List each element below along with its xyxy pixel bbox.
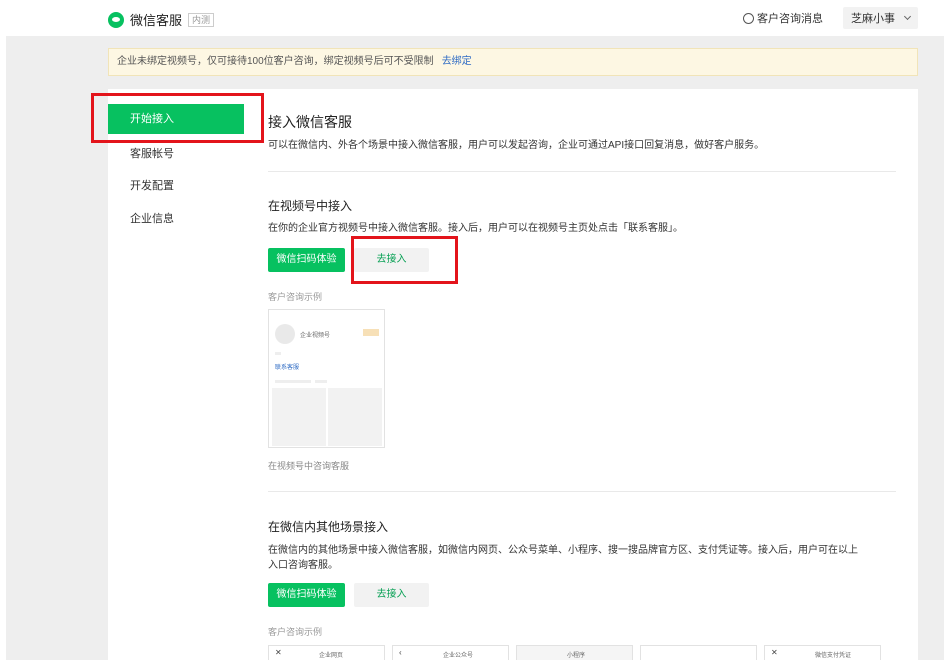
- page-title: 接入微信客服: [268, 114, 352, 130]
- preview-line: [275, 380, 311, 383]
- preview-line: [315, 380, 327, 383]
- highlight-connect-button: [351, 236, 458, 284]
- sidebar-item-company-info[interactable]: 企业信息: [108, 204, 246, 234]
- divider: [268, 491, 896, 492]
- scene-thumb-title: 企业公众号: [443, 653, 474, 659]
- scan-to-try-button-2[interactable]: 微信扫码体验: [268, 583, 345, 607]
- section-description-channels: 在你的企业官方视频号中接入微信客服。接入后，用户可以在视频号主页处点击「联系客服…: [268, 223, 683, 234]
- connect-other-scenes-button[interactable]: 去接入: [354, 583, 429, 607]
- sidebar: 开始接入 客服帐号 开发配置 企业信息: [108, 89, 246, 660]
- highlight-start-nav: [91, 93, 264, 143]
- customer-messages-label: 客户咨询消息: [757, 13, 823, 25]
- preview-line: [275, 352, 281, 355]
- example-label-2: 客户咨询示例: [268, 627, 323, 637]
- scene-thumb-mini-program: 小程序: [516, 645, 633, 660]
- scene-thumb-payment: ✕ 微信支付凭证: [764, 645, 881, 660]
- scene-thumb-official-account: ‹ 企业公众号: [392, 645, 509, 660]
- avatar: [275, 324, 295, 344]
- app-title: 微信客服: [130, 13, 183, 28]
- scene-thumb-title: 小程序: [567, 653, 586, 659]
- section-title-channels: 在视频号中接入: [268, 199, 353, 213]
- sidebar-item-dev-config[interactable]: 开发配置: [108, 171, 246, 201]
- account-name: 芝麻小事: [851, 13, 895, 25]
- scene-thumb-title: 企业网页: [319, 653, 344, 659]
- top-right-controls: 客户咨询消息 芝麻小事: [743, 7, 918, 29]
- preview-account-name: 企业视频号: [300, 333, 331, 339]
- divider: [268, 171, 896, 172]
- section-title-other-scenes: 在微信内其他场景接入: [268, 520, 389, 534]
- wechat-logo-icon: [108, 11, 124, 28]
- preview-follow-tag: [363, 329, 379, 336]
- example-label: 客户咨询示例: [268, 292, 323, 302]
- top-bar: 微信客服 内测 客户咨询消息 芝麻小事: [0, 0, 950, 36]
- chat-bubble-icon: [743, 12, 754, 24]
- brand[interactable]: 微信客服 内测: [108, 10, 215, 29]
- section-description-other-scenes-2: 入口咨询客服。: [268, 560, 338, 571]
- sidebar-item-accounts[interactable]: 客服帐号: [108, 139, 246, 169]
- channels-preview-image: 企业视频号 联系客服: [268, 309, 385, 448]
- preview-video-tile: [272, 388, 326, 446]
- chevron-down-icon: [903, 12, 912, 21]
- bind-channel-link[interactable]: 去绑定: [442, 56, 472, 67]
- back-icon: ‹: [399, 648, 402, 657]
- preview-contact-link: 联系客服: [275, 365, 300, 371]
- scene-thumb-webpage: ✕ 企业网页: [268, 645, 385, 660]
- notice-bar: 企业未绑定视频号，仅可接待100位客户咨询，绑定视频号后可不受限制 去绑定: [108, 48, 918, 76]
- page-description: 可以在微信内、外各个场景中接入微信客服，用户可以发起咨询，企业可通过API接口回…: [268, 140, 765, 151]
- beta-badge: 内测: [188, 12, 215, 27]
- preview-caption: 在视频号中咨询客服: [268, 461, 350, 471]
- scene-thumb-title: 微信支付凭证: [815, 653, 852, 659]
- scene-thumb-search: [640, 645, 757, 660]
- section-description-other-scenes: 在微信内的其他场景中接入微信客服，如微信内网页、公众号菜单、小程序、搜一搜品牌官…: [268, 545, 858, 556]
- notice-text: 企业未绑定视频号，仅可接待100位客户咨询，绑定视频号后可不受限制: [117, 56, 434, 67]
- preview-video-tile: [328, 388, 382, 446]
- close-icon: ✕: [771, 648, 778, 657]
- close-icon: ✕: [275, 648, 282, 657]
- scan-to-try-button[interactable]: 微信扫码体验: [268, 248, 345, 272]
- account-switcher[interactable]: 芝麻小事: [843, 7, 918, 29]
- customer-messages-link[interactable]: 客户咨询消息: [743, 10, 823, 26]
